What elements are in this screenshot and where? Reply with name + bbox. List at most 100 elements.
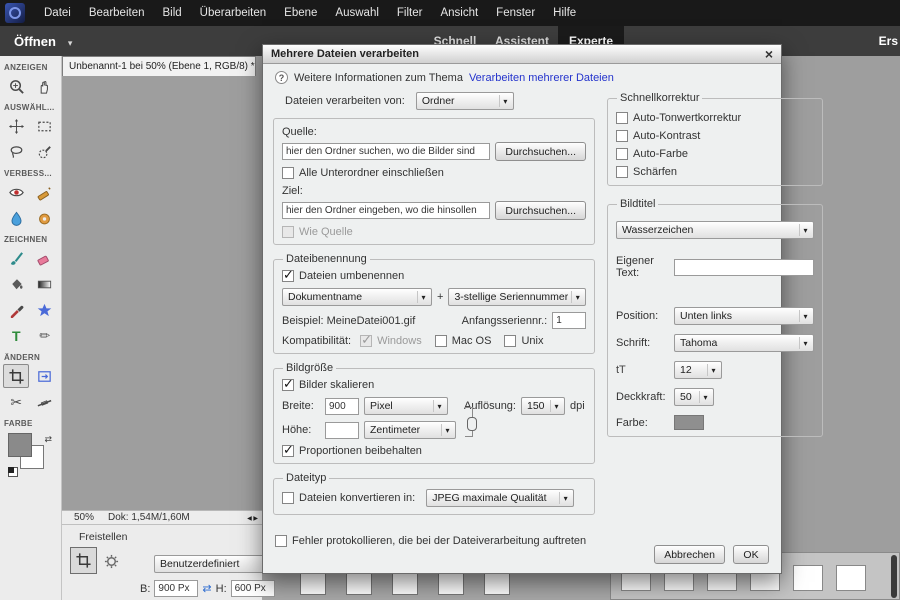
serial-number-input[interactable] [552,312,586,329]
straighten-tool[interactable] [32,390,58,414]
compat-unix-checkbox[interactable] [504,335,516,347]
menu-fenster[interactable]: Fenster [487,0,544,26]
foreground-color-swatch[interactable] [8,433,32,457]
content-aware-move-tool[interactable] [3,390,29,414]
width-unit-dropdown[interactable]: Pixel [364,397,448,415]
thumbnail[interactable] [793,565,823,591]
dialog-close-button[interactable] [765,47,773,62]
constrain-proportions-checkbox[interactable] [282,445,294,457]
type-tool[interactable] [3,324,29,348]
swap-colors-icon[interactable] [44,433,52,445]
red-eye-tool[interactable] [3,180,29,204]
vertical-scrollbar[interactable] [891,555,897,598]
hand-tool[interactable] [32,74,58,98]
auto-levels-checkbox[interactable] [616,112,628,124]
thumbnail[interactable] [836,565,866,591]
crop-width-input[interactable] [154,580,198,597]
blur-tool[interactable] [3,206,29,230]
position-dropdown[interactable]: Unten links [674,307,814,325]
eyedropper-tool[interactable] [3,298,29,322]
eraser-tool[interactable] [32,246,58,270]
labels-legend: Bildtitel [617,198,658,210]
thumbnail[interactable] [438,571,464,595]
ok-button[interactable]: OK [733,545,769,564]
auto-color-checkbox[interactable] [616,148,628,160]
resize-images-checkbox[interactable] [282,379,294,391]
document-tab[interactable]: Unbenannt-1 bei 50% (Ebene 1, RGB/8) * [62,56,256,76]
sponge-tool[interactable] [32,206,58,230]
dialog-titlebar[interactable]: Mehrere Dateien verarbeiten [263,45,781,64]
zoom-tool[interactable] [3,74,29,98]
open-button[interactable]: Öffnen [14,26,72,56]
file-naming-group: Dateibenennung Dateien umbenennen Dokume… [273,253,595,354]
name-part1-dropdown[interactable]: Dokumentname [282,288,432,306]
opacity-dropdown[interactable]: 50 [674,388,714,406]
source-browse-button[interactable]: Durchsuchen... [495,142,586,161]
name-part2-dropdown[interactable]: 3-stellige Seriennummer [448,288,586,306]
cancel-button[interactable]: Abbrechen [654,545,725,564]
height-input[interactable] [325,422,359,439]
menu-ansicht[interactable]: Ansicht [431,0,487,26]
rename-files-checkbox[interactable] [282,270,294,282]
font-size-dropdown[interactable]: 12 [674,361,722,379]
menu-hilfe[interactable]: Hilfe [544,0,585,26]
pencil-tool[interactable] [32,324,58,348]
thumbnail[interactable] [300,571,326,595]
crop-preset-value: Benutzerdefiniert [160,558,266,570]
gear-icon[interactable] [104,554,119,572]
quick-selection-tool[interactable] [32,140,58,164]
destination-path-input[interactable] [282,202,490,219]
height-unit-dropdown[interactable]: Zentimeter [364,421,456,439]
menu-bild[interactable]: Bild [153,0,190,26]
thumbnail[interactable] [346,571,372,595]
move-tool[interactable] [3,114,29,138]
crop-height-input[interactable] [231,580,275,597]
convert-type-dropdown[interactable]: JPEG maximale Qualität [426,489,574,507]
include-subfolders-checkbox[interactable] [282,167,294,179]
swap-dimensions-icon[interactable] [202,582,211,595]
menu-auswahl[interactable]: Auswahl [326,0,387,26]
chevron-down-icon [433,400,445,412]
gradient-tool[interactable] [32,272,58,296]
lasso-tool[interactable] [3,140,29,164]
paint-bucket-tool[interactable] [3,272,29,296]
label-color-swatch[interactable] [674,415,704,430]
recompose-tool[interactable] [32,364,58,388]
help-icon[interactable] [275,71,288,84]
document-size-info: Dok: 1,54M/1,60M [108,512,190,523]
menu-datei[interactable]: Datei [35,0,80,26]
crop-tool-option-selected[interactable] [70,547,97,574]
thumbnail[interactable] [484,571,510,595]
spot-healing-tool[interactable] [32,180,58,204]
label-type-dropdown[interactable]: Wasserzeichen [616,221,814,239]
panel-collapse-arrows-icon[interactable] [247,512,258,523]
process-from-dropdown[interactable]: Ordner [416,92,514,110]
crop-tool[interactable] [3,364,29,388]
menu-ebene[interactable]: Ebene [275,0,326,26]
default-colors-icon[interactable] [8,467,18,477]
menu-ueberarbeiten[interactable]: Überarbeiten [191,0,275,26]
brush-tool[interactable] [3,246,29,270]
source-path-input[interactable] [282,143,490,160]
convert-files-checkbox[interactable] [282,492,294,504]
auto-contrast-label: Auto-Kontrast [633,130,700,142]
log-errors-checkbox[interactable] [275,535,287,547]
chevron-down-icon[interactable] [68,34,73,49]
help-link[interactable]: Verarbeiten mehrerer Dateien [469,72,614,84]
thumbnail[interactable] [392,571,418,595]
width-input[interactable] [325,398,359,415]
auto-contrast-checkbox[interactable] [616,130,628,142]
sharpen-checkbox[interactable] [616,166,628,178]
menu-filter[interactable]: Filter [388,0,432,26]
custom-shape-tool[interactable] [32,298,58,322]
menu-bearbeiten[interactable]: Bearbeiten [80,0,154,26]
position-value: Unten links [680,310,796,322]
process-multiple-files-dialog: Mehrere Dateien verarbeiten Weitere Info… [262,44,782,574]
destination-browse-button[interactable]: Durchsuchen... [495,201,586,220]
custom-text-input[interactable] [674,259,814,276]
create-button[interactable]: Ers [879,26,900,56]
compat-macos-checkbox[interactable] [435,335,447,347]
font-dropdown[interactable]: Tahoma [674,334,814,352]
marquee-tool[interactable] [32,114,58,138]
resolution-dropdown[interactable]: 150 [521,397,565,415]
